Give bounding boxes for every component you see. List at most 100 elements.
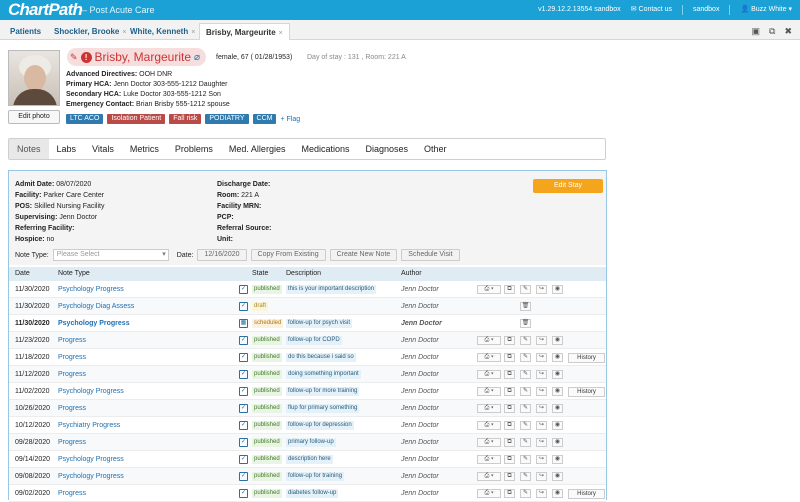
note-type-link[interactable]: Psychology Diag Assess <box>58 298 134 315</box>
view-icon[interactable]: ◉ <box>552 353 563 362</box>
alert-icon[interactable]: ! <box>80 51 92 63</box>
copy-icon[interactable]: ⧉ <box>769 26 775 37</box>
col-state[interactable]: State <box>252 267 268 281</box>
copy-icon[interactable]: ⧉ <box>504 336 515 345</box>
close-all-icon[interactable]: ✖ <box>784 26 792 37</box>
copy-icon[interactable]: ⧉ <box>504 438 515 447</box>
nav-item-labs[interactable]: Labs <box>49 139 85 159</box>
view-icon[interactable]: ◉ <box>552 285 563 294</box>
nav-item-diagnoses[interactable]: Diagnoses <box>357 139 416 159</box>
edit-icon[interactable]: ✎ <box>520 455 531 464</box>
nav-item-med-allergies[interactable]: Med. Allergies <box>221 139 294 159</box>
history-button[interactable]: History <box>568 387 605 397</box>
note-type-link[interactable]: Progress <box>58 485 86 502</box>
share-icon[interactable]: ↪ <box>536 489 547 498</box>
note-type-select[interactable]: Please Select ▾ <box>52 249 169 261</box>
history-button[interactable]: History <box>568 353 605 363</box>
table-row[interactable]: 09/14/2020 Psychology Progress ✓ published d… <box>9 451 606 468</box>
table-row[interactable]: 09/02/2020 Progress ✓ published diabetes fol… <box>9 485 606 502</box>
save-icon[interactable]: ▣ <box>752 26 761 37</box>
contact-link[interactable]: ✉ Contact us <box>631 5 672 15</box>
share-icon[interactable]: ↪ <box>536 472 547 481</box>
edit-icon[interactable]: ✎ <box>520 404 531 413</box>
note-type-link[interactable]: Psychology Progress <box>58 451 124 468</box>
view-icon[interactable]: ◉ <box>552 421 563 430</box>
share-icon[interactable]: ↪ <box>536 438 547 447</box>
copy-icon[interactable]: ⧉ <box>504 285 515 294</box>
table-row[interactable]: 09/08/2020 Psychology Progress ✓ published f… <box>9 468 606 485</box>
nav-item-vitals[interactable]: Vitals <box>84 139 122 159</box>
close-icon[interactable]: × <box>191 29 195 36</box>
tab-patients[interactable]: Patients <box>4 23 47 40</box>
user-menu[interactable]: 👤 Buzz White ▾ <box>740 5 792 15</box>
patient-badge[interactable]: PODIATRY <box>205 114 249 124</box>
col-note-type[interactable]: Note Type <box>58 267 90 281</box>
table-row[interactable]: 11/30/2020 Psychology Diag Assess ✓ draft Je… <box>9 298 606 315</box>
edit-stay-button[interactable]: Edit Stay <box>533 179 603 193</box>
history-button[interactable]: History <box>568 489 605 499</box>
copy-icon[interactable]: ⧉ <box>504 404 515 413</box>
copy-existing-button[interactable]: Copy From Existing <box>250 249 326 261</box>
note-type-link[interactable]: Progress <box>58 366 86 383</box>
paperclip-icon[interactable]: ⌀ <box>194 52 200 63</box>
edit-icon[interactable]: ✎ <box>520 421 531 430</box>
table-row[interactable]: 11/30/2020 Psychology Progress ▦ scheduled f… <box>9 315 606 332</box>
print-dropdown[interactable]: ⎙ ▾ <box>477 336 501 345</box>
copy-icon[interactable]: ⧉ <box>504 353 515 362</box>
trash-icon[interactable]: 🗑 <box>520 302 531 311</box>
table-row[interactable]: 11/30/2020 Psychology Progress ✓ published t… <box>9 281 606 298</box>
nav-item-problems[interactable]: Problems <box>167 139 221 159</box>
table-row[interactable]: 11/02/2020 Psychology Progress ✓ published f… <box>9 383 606 400</box>
trash-icon[interactable]: 🗑 <box>520 319 531 328</box>
pencil-icon[interactable]: ✎ <box>70 52 78 63</box>
edit-icon[interactable]: ✎ <box>520 472 531 481</box>
copy-icon[interactable]: ⧉ <box>504 421 515 430</box>
print-dropdown[interactable]: ⎙ ▾ <box>477 370 501 379</box>
table-row[interactable]: 09/28/2020 Progress ✓ published primary foll… <box>9 434 606 451</box>
edit-icon[interactable]: ✎ <box>520 353 531 362</box>
note-type-link[interactable]: Psychology Progress <box>58 281 124 298</box>
edit-icon[interactable]: ✎ <box>520 370 531 379</box>
copy-icon[interactable]: ⧉ <box>504 370 515 379</box>
copy-icon[interactable]: ⧉ <box>504 472 515 481</box>
view-icon[interactable]: ◉ <box>552 370 563 379</box>
copy-icon[interactable]: ⧉ <box>504 489 515 498</box>
note-type-link[interactable]: Psychology Progress <box>58 383 124 400</box>
note-type-link[interactable]: Psychology Progress <box>58 468 124 485</box>
print-dropdown[interactable]: ⎙ ▾ <box>477 353 501 362</box>
app-logo[interactable]: ChartPath <box>8 1 83 19</box>
create-note-button[interactable]: Create New Note <box>329 249 398 261</box>
patient-badge[interactable]: Fall risk <box>169 114 202 124</box>
share-icon[interactable]: ↪ <box>536 455 547 464</box>
view-icon[interactable]: ◉ <box>552 438 563 447</box>
table-row[interactable]: 10/26/2020 Progress ✓ published flup for pri… <box>9 400 606 417</box>
date-field[interactable]: 12/16/2020 <box>197 249 247 261</box>
table-row[interactable]: 11/23/2020 Progress ✓ published follow-up fo… <box>9 332 606 349</box>
close-icon[interactable]: × <box>279 30 283 37</box>
copy-icon[interactable]: ⧉ <box>504 455 515 464</box>
tab-white[interactable]: White, Kenneth × <box>124 23 201 40</box>
share-icon[interactable]: ↪ <box>536 285 547 294</box>
view-icon[interactable]: ◉ <box>552 472 563 481</box>
patient-badge[interactable]: CCM <box>252 114 277 124</box>
note-type-link[interactable]: Progress <box>58 349 86 366</box>
col-description[interactable]: Description <box>286 267 321 281</box>
view-icon[interactable]: ◉ <box>552 489 563 498</box>
nav-item-medications[interactable]: Medications <box>293 139 357 159</box>
edit-icon[interactable]: ✎ <box>520 285 531 294</box>
print-dropdown[interactable]: ⎙ ▾ <box>477 404 501 413</box>
print-dropdown[interactable]: ⎙ ▾ <box>477 285 501 294</box>
view-icon[interactable]: ◉ <box>552 404 563 413</box>
table-row[interactable]: 10/12/2020 Psychiatry Progress ✓ published f… <box>9 417 606 434</box>
add-flag-link[interactable]: + Flag <box>280 116 300 123</box>
share-icon[interactable]: ↪ <box>536 353 547 362</box>
nav-item-other[interactable]: Other <box>416 139 455 159</box>
print-dropdown[interactable]: ⎙ ▾ <box>477 472 501 481</box>
table-row[interactable]: 11/12/2020 Progress ✓ published doing someth… <box>9 366 606 383</box>
view-icon[interactable]: ◉ <box>552 387 563 396</box>
share-icon[interactable]: ↪ <box>536 336 547 345</box>
edit-photo-button[interactable]: Edit photo <box>8 110 60 124</box>
patient-badge[interactable]: Isolation Patient <box>107 114 166 124</box>
share-icon[interactable]: ↪ <box>536 404 547 413</box>
tab-shockler[interactable]: Shockler, Brooke × <box>48 23 132 40</box>
